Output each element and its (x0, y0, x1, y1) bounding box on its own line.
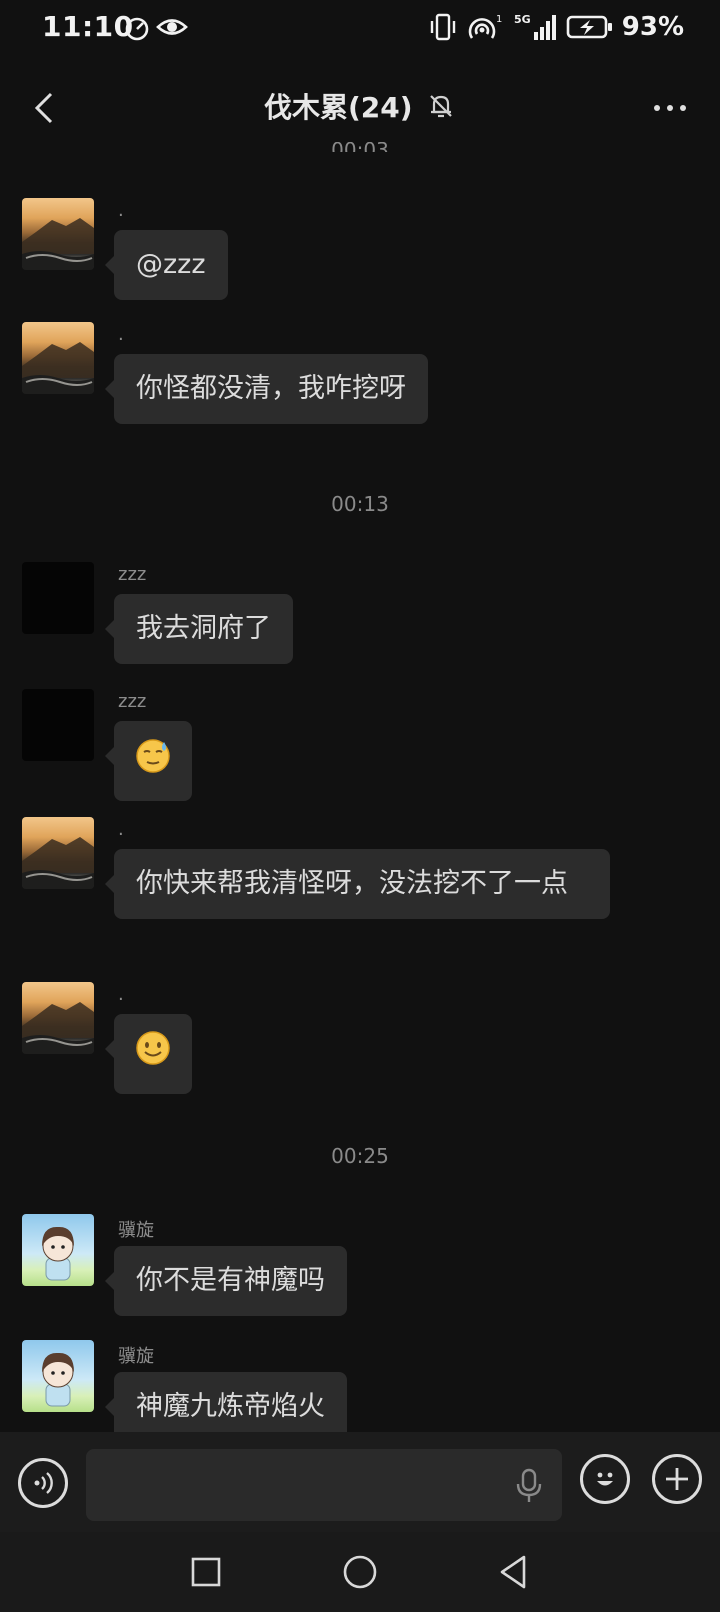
sender-name: 骥旋 (118, 1346, 154, 1367)
microphone-icon[interactable] (514, 1468, 544, 1504)
message-input[interactable] (86, 1449, 562, 1521)
message-bubble[interactable]: 我去洞府了 (105, 594, 293, 664)
black-avatar[interactable] (22, 689, 94, 761)
message-bubble[interactable] (105, 1014, 192, 1094)
more-dots-icon (654, 105, 686, 111)
sim-label: 1 (496, 14, 502, 25)
message-bubble[interactable]: @zzz (105, 230, 228, 300)
sunset-avatar-image (22, 1002, 94, 1054)
partial-timestamp: 00:03 (0, 142, 720, 152)
back-button[interactable] (24, 84, 64, 132)
message-bubble[interactable]: 你快来帮我清怪呀，没法挖不了一点 (105, 849, 610, 919)
input-bar (0, 1432, 720, 1532)
voice-mode-button[interactable] (18, 1458, 68, 1508)
system-nav-bar (0, 1532, 720, 1612)
muted-bell-icon (429, 95, 452, 118)
back-triangle-icon[interactable] (494, 1552, 534, 1592)
battery-icon (566, 15, 612, 39)
vibrate-icon (430, 13, 455, 41)
recent-apps-icon[interactable] (186, 1552, 226, 1592)
message-bubble[interactable]: 你怪都没清，我咋挖呀 (105, 354, 428, 424)
message-bubble[interactable]: 你不是有神魔吗 (105, 1246, 347, 1316)
chat-title: 伐木累(24) (264, 91, 413, 124)
battery-percent: 93% (621, 12, 684, 42)
sender-name: . (118, 200, 124, 221)
hotspot-icon: 1 (468, 14, 502, 39)
status-time: 11:10 (42, 10, 134, 43)
sunset-avatar[interactable] (22, 817, 94, 889)
cartoon-avatar-image (42, 1352, 74, 1407)
black-avatar[interactable] (22, 562, 94, 634)
title-wrap: 伐木累(24) (264, 86, 455, 126)
sunset-avatar[interactable] (22, 982, 94, 1054)
sunset-avatar[interactable] (22, 322, 94, 394)
sender-name: . (118, 984, 124, 1005)
speedometer-icon (125, 17, 149, 41)
sunset-avatar-image (22, 837, 94, 889)
sunset-avatar[interactable] (22, 198, 94, 270)
time-divider: 00:13 (331, 492, 389, 516)
sweat-smile-emoji (136, 739, 170, 773)
emoji-face-icon (597, 1472, 613, 1486)
sunset-avatar-image (22, 342, 94, 394)
cartoon-avatar[interactable] (22, 1340, 94, 1412)
more-options-button[interactable] (650, 94, 690, 122)
add-button[interactable] (652, 1454, 702, 1504)
status-right: 1 5G 93% (428, 10, 684, 44)
time-divider: 00:25 (331, 1144, 389, 1168)
home-icon[interactable] (340, 1552, 380, 1592)
signal-icon: 5G (514, 13, 556, 40)
sender-name: 骥旋 (118, 1220, 154, 1241)
smile-emoji (136, 1031, 170, 1065)
sender-name: zzz (118, 691, 147, 712)
sunset-avatar-image (22, 218, 94, 270)
cartoon-avatar-image (42, 1226, 74, 1281)
sender-name: zzz (118, 564, 147, 585)
plus-icon (666, 1468, 688, 1490)
network-label: 5G (514, 13, 531, 26)
sender-name: . (118, 819, 124, 840)
chevron-left-icon (34, 92, 53, 124)
cartoon-avatar[interactable] (22, 1214, 94, 1286)
sender-name: . (118, 324, 124, 345)
partial-timestamp-text: 00:03 (331, 142, 389, 152)
voice-wave-icon (34, 1472, 53, 1494)
message-bubble[interactable] (105, 721, 192, 801)
status-bar: 11:10 1 5G 93% (0, 0, 720, 56)
eye-icon (156, 19, 188, 35)
emoji-button[interactable] (580, 1454, 630, 1504)
